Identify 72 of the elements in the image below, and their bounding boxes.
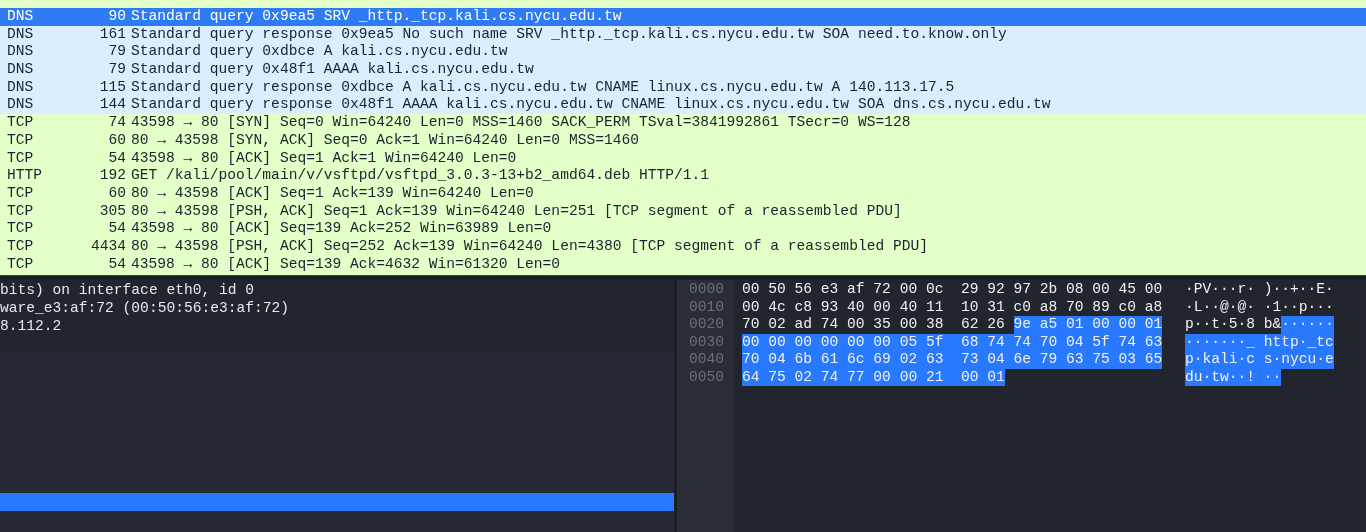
byte-offset: 0020 <box>689 316 726 334</box>
packet-row[interactable]: DNS 144 Standard query response 0x48f1 AAAA kali.cs.nycu.edu.tw CNAME linux.cs.nycu.edu.tw SOA dns.cs.nycu.edu.tw <box>0 96 1366 115</box>
hex-bytes: 00 00 00 00 00 00 05 5f 68 74 74 70 04 5f 74 63 <box>742 333 1163 351</box>
length-cell-text: 192 <box>98 167 126 185</box>
protocol-cell-text: TCP <box>6 131 35 150</box>
info-cell-text: 43598 → 80 [ACK] Seq=1 Ack=1 Win=64240 Len=0 <box>130 149 517 168</box>
protocol-cell-text: DNS <box>6 96 35 115</box>
hex-bytes: 70 04 6b 61 6c 69 02 63 73 04 6e 79 63 75 03 65 <box>742 351 1163 369</box>
ascii-bytes: ······ <box>1281 316 1334 334</box>
byte-offset: 0040 <box>689 351 726 369</box>
length-cell-text: 161 <box>98 25 126 44</box>
protocol-cell-text: TCP <box>6 255 35 274</box>
ascii-bytes: ·······_ http·_tc <box>1185 333 1334 351</box>
pane-splitter[interactable] <box>0 275 1366 280</box>
info-cell-text: 43598 → 80 [ACK] Seq=139 Ack=252 Win=63989 Len=0 <box>130 220 552 238</box>
byte-offset: 0050 <box>689 368 726 386</box>
protocol-cell-text: TCP <box>6 149 35 168</box>
hex-bytes: 00 4c c8 93 40 00 40 11 10 31 c0 a8 70 89 c0 a8 <box>742 298 1163 316</box>
protocol-cell-text: HTTP <box>6 167 44 185</box>
detail-line[interactable]: ware_e3:af:72 (00:50:56:e3:af:72) <box>0 299 674 317</box>
hex-bytes: 00 50 56 e3 af 72 00 0c 29 92 97 2b 08 00 45 00 <box>742 281 1163 299</box>
byte-offset: 0000 <box>689 281 726 299</box>
info-cell-text: 80 → 43598 [PSH, ACK] Seq=252 Ack=139 Win=64240 Len=4380 [TCP segment of a reassembled PDU] <box>130 237 928 256</box>
length-cell-text: 79 <box>107 43 126 62</box>
packet-row[interactable]: DNS 79 Standard query 0x48f1 AAAA kali.cs.nycu.edu.tw <box>0 61 1366 79</box>
length-cell-text: 90 <box>107 8 126 26</box>
info-cell-text: Standard query 0x48f1 AAAA kali.cs.nycu.edu.tw <box>130 61 534 79</box>
info-cell-text: Standard query 0x9ea5 SRV _http._tcp.kali.cs.nycu.edu.tw <box>130 8 622 26</box>
info-cell-text: Standard query response 0x48f1 AAAA kali.cs.nycu.edu.tw CNAME linux.cs.nycu.edu.tw SOA dns.cs.nycu.edu.tw <box>130 96 1051 115</box>
length-cell-text: 79 <box>107 61 126 79</box>
packet-row[interactable]: DNS 79 Standard query 0xdbce A kali.cs.nycu.edu.tw <box>0 43 1366 62</box>
protocol-cell-text: TCP <box>6 237 35 256</box>
protocol-cell-text: TCP <box>6 114 35 132</box>
ascii-bytes: ·L··@·@· ·1··p··· <box>1185 298 1334 316</box>
info-cell-text: 43598 → 80 [ACK] Seq=139 Ack=4632 Win=61320 Len=0 <box>130 255 561 274</box>
length-cell-text: 60 <box>107 184 126 203</box>
protocol-cell-text: TCP <box>6 220 35 238</box>
info-cell-text: GET /kali/pool/main/v/vsftpd/vsftpd_3.0.3-13+b2_amd64.deb HTTP/1.1 <box>130 167 709 185</box>
info-cell-text: 80 → 43598 [SYN, ACK] Seq=0 Ack=1 Win=64240 Len=0 MSS=1460 <box>130 131 639 150</box>
length-cell-text: 54 <box>107 220 126 238</box>
ascii-bytes: p·kali·c s·nycu·e <box>1185 351 1334 369</box>
hex-bytes: 70 02 ad 74 00 35 00 38 62 26 <box>742 316 1006 334</box>
ascii-bytes: p··t·5·8 b& <box>1185 316 1282 334</box>
byte-offset: 0010 <box>689 298 726 316</box>
length-cell-text: 54 <box>107 149 126 168</box>
selection-highlight[interactable] <box>0 493 674 511</box>
length-cell-text: 305 <box>98 202 126 221</box>
detail-line[interactable]: bits) on interface eth0, id 0 <box>0 281 674 299</box>
info-cell-text: 43598 → 80 [SYN] Seq=0 Win=64240 Len=0 MSS=1460 SACK_PERM TSval=3841992861 TSecr=0 WS=128 <box>130 114 911 132</box>
length-cell-text: 74 <box>107 114 126 132</box>
protocol-cell-text: DNS <box>6 25 35 44</box>
info-cell-text: Standard query response 0x9ea5 No such name SRV _http._tcp.kali.cs.nycu.edu.tw SOA need.to.know.only <box>130 25 1007 44</box>
info-cell-text: 80 → 43598 [ACK] Seq=1 Ack=139 Win=64240 Len=0 <box>130 184 534 203</box>
packet-row[interactable]: DNS 90 Standard query 0x9ea5 SRV _http._tcp.kali.cs.nycu.edu.tw <box>0 8 1366 26</box>
length-cell-text: 54 <box>107 255 126 274</box>
protocol-cell-text: DNS <box>6 78 35 97</box>
detail-line[interactable]: 8.112.2 <box>0 317 674 335</box>
ascii-bytes: ·PV···r· )··+··E· <box>1185 281 1334 299</box>
info-cell-text: Standard query 0xdbce A kali.cs.nycu.edu.tw <box>130 43 508 62</box>
protocol-cell-text: DNS <box>6 61 35 79</box>
info-cell-text: 80 → 43598 [PSH, ACK] Seq=1 Ack=139 Win=64240 Len=251 [TCP segment of a reassembled PDU] <box>130 202 902 221</box>
hex-bytes: 9e a5 01 00 00 01 <box>1013 316 1163 334</box>
protocol-cell-text: TCP <box>6 202 35 221</box>
length-cell-text: 144 <box>98 96 126 115</box>
info-cell-text: Standard query response 0xdbce A kali.cs.nycu.edu.tw CNAME linux.cs.nycu.edu.tw A 140.113.17.5 <box>130 78 955 97</box>
protocol-cell-text: TCP <box>6 184 35 203</box>
length-cell-text: 115 <box>98 78 126 97</box>
length-cell-text: 4434 <box>89 237 126 256</box>
byte-offset: 0030 <box>689 333 726 351</box>
length-cell-text: 60 <box>107 131 126 150</box>
protocol-cell-text: DNS <box>6 8 35 26</box>
protocol-cell-text: DNS <box>6 43 35 62</box>
